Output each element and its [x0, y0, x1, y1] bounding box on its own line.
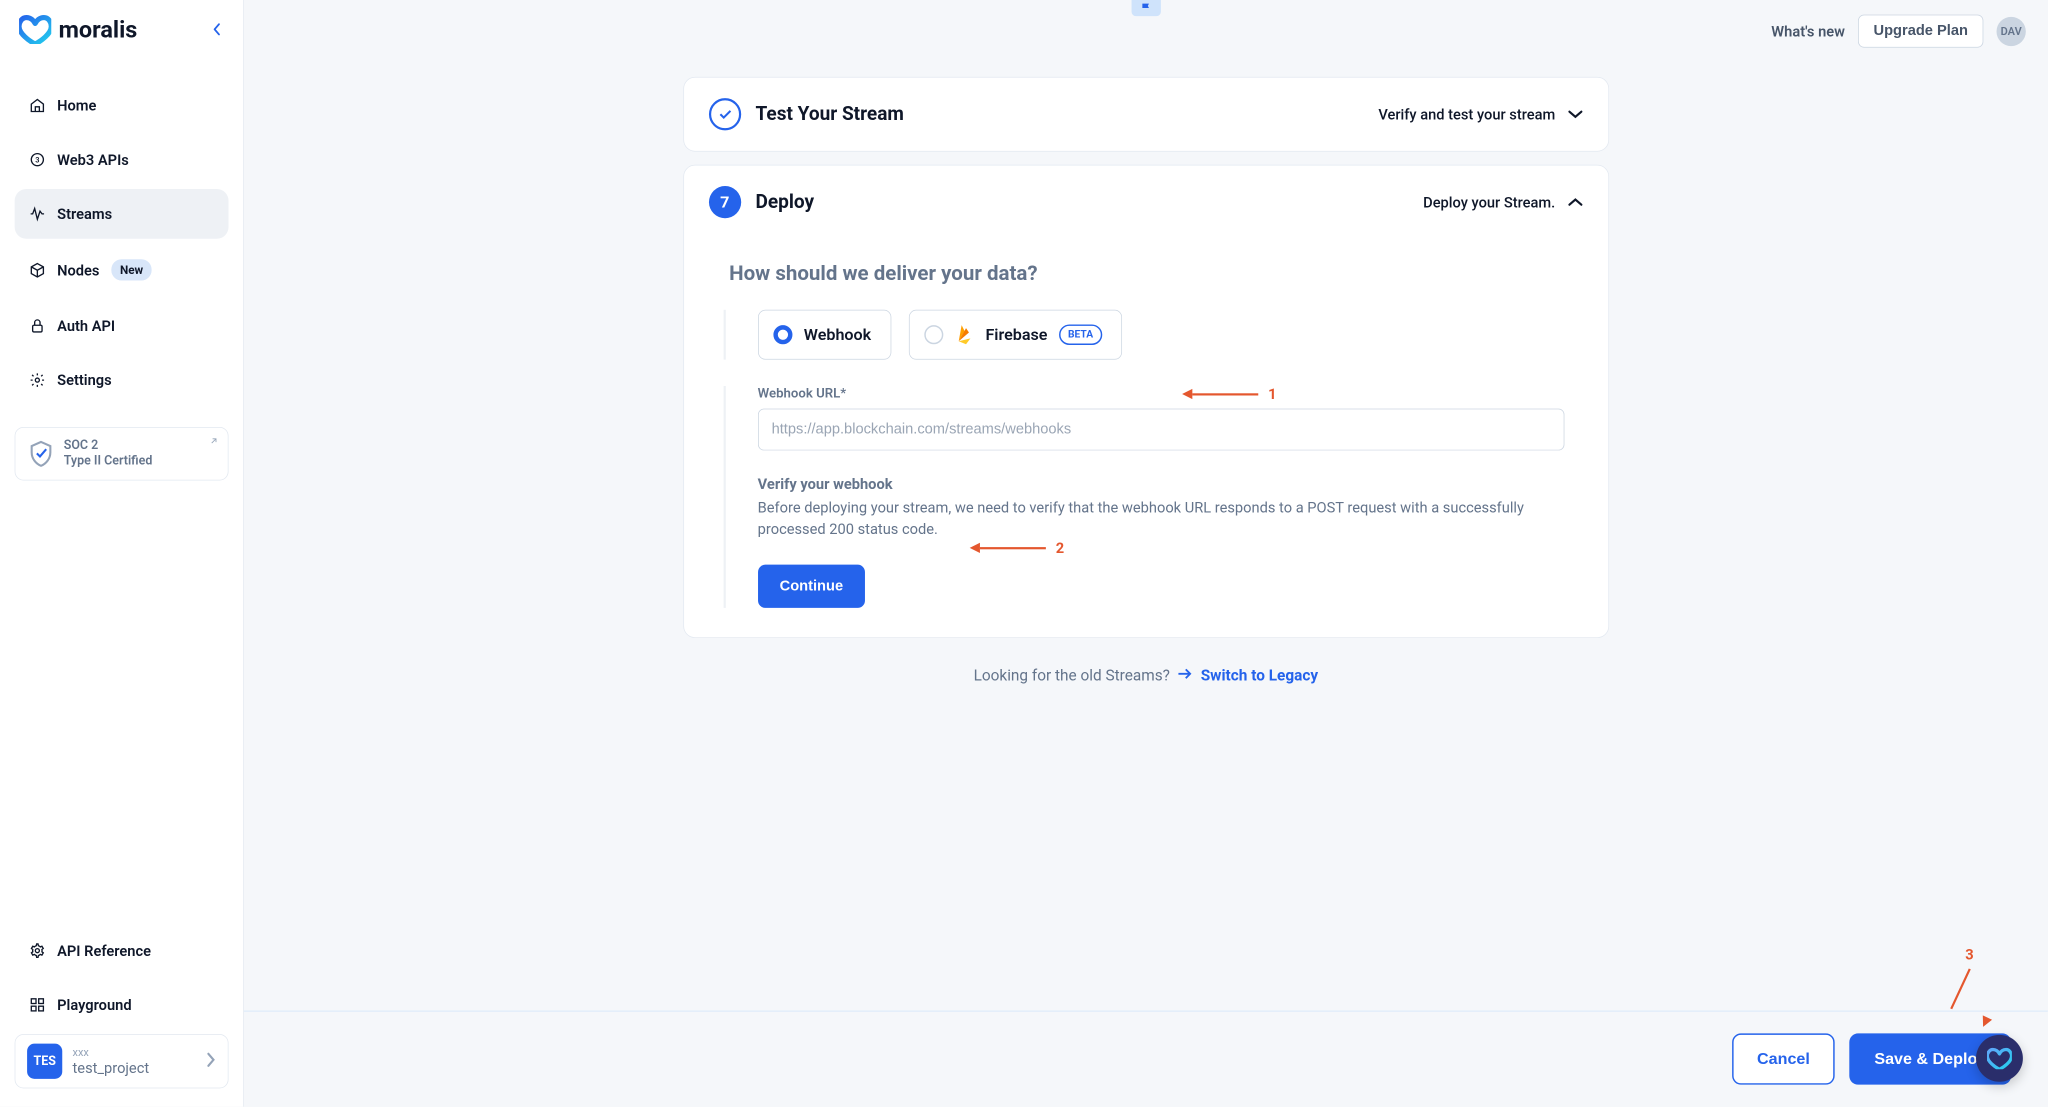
deploy-heading: How should we deliver your data? [729, 261, 1564, 285]
card-title: Test Your Stream [755, 103, 903, 125]
sidebar-item-auth-api[interactable]: Auth API [15, 301, 229, 351]
card-header-test[interactable]: Test Your Stream Verify and test your st… [684, 78, 1608, 151]
option-firebase[interactable]: Firebase BETA [909, 310, 1122, 360]
continue-button[interactable]: Continue [758, 565, 865, 608]
chevron-down-icon [1567, 105, 1583, 123]
sidebar-item-label: Nodes [57, 261, 99, 279]
soc2-line1: SOC 2 [64, 438, 153, 454]
blocks-icon [29, 997, 45, 1013]
sidebar-item-playground[interactable]: Playground [15, 980, 229, 1030]
webhook-url-input[interactable] [758, 409, 1564, 451]
sidebar-item-label: Streams [57, 205, 112, 223]
help-fab[interactable] [1976, 1035, 2023, 1082]
sidebar-item-api-reference[interactable]: API Reference [15, 926, 229, 976]
sidebar-item-label: Settings [57, 371, 112, 389]
card-title: Deploy [755, 191, 814, 213]
flag-icon [1139, 1, 1152, 14]
sidebar-item-label: Auth API [57, 317, 115, 335]
field-label-webhook-url: Webhook URL* [758, 386, 1564, 401]
project-badge: TES [27, 1044, 62, 1079]
activity-icon [29, 206, 45, 222]
legacy-text: Looking for the old Streams? [974, 667, 1170, 685]
option-webhook[interactable]: Webhook [758, 310, 891, 360]
content-area: Test Your Stream Verify and test your st… [244, 55, 2048, 1011]
verify-text: Before deploying your stream, we need to… [758, 497, 1534, 539]
firebase-icon [955, 324, 974, 346]
new-badge: New [111, 259, 152, 280]
radio-unselected-icon [924, 325, 943, 344]
option-label: Firebase [985, 326, 1047, 344]
verify-title: Verify your webhook [758, 475, 1564, 493]
switch-to-legacy-link[interactable]: Switch to Legacy [1201, 667, 1318, 685]
sidebar-item-streams[interactable]: Streams [15, 189, 229, 239]
moralis-logo-icon [19, 15, 51, 44]
radio-selected-icon [773, 325, 792, 344]
brand-name: moralis [59, 15, 138, 43]
soc2-certification-card[interactable]: SOC 2 Type II Certified [15, 427, 229, 480]
external-link-icon [209, 435, 219, 449]
chevron-right-icon [206, 1052, 216, 1071]
beta-badge: BETA [1059, 324, 1102, 345]
lock-icon [29, 318, 45, 334]
card-subtitle-text: Deploy your Stream. [1423, 193, 1555, 211]
card-deploy: 7 Deploy Deploy your Stream. How should … [683, 165, 1609, 638]
arrow-right-icon [1177, 667, 1193, 685]
cancel-button[interactable]: Cancel [1732, 1033, 1835, 1084]
upgrade-plan-button[interactable]: Upgrade Plan [1858, 15, 1983, 48]
card-body-deploy: How should we deliver your data? Webhook [684, 239, 1608, 637]
svg-text:3: 3 [35, 155, 39, 164]
sidebar-item-web3-apis[interactable]: 3 Web3 APIs [15, 135, 229, 185]
soc2-line2: Type II Certified [64, 454, 153, 470]
webhook-url-field-block: Webhook URL* Verify your webhook Before … [723, 386, 1564, 608]
chevron-left-icon [212, 23, 221, 36]
sidebar-item-nodes[interactable]: Nodes New [15, 243, 229, 296]
main-area: What's new Upgrade Plan DAV Test Your St… [244, 0, 2048, 1107]
option-label: Webhook [804, 326, 871, 344]
gear-alt-icon [29, 943, 45, 959]
sidebar-collapse-button[interactable] [205, 18, 228, 41]
cube-icon [29, 262, 45, 278]
shield-check-icon [29, 440, 54, 468]
user-avatar[interactable]: DAV [1997, 16, 2026, 45]
brand-logo[interactable]: moralis [19, 15, 137, 44]
sidebar-nav: Home 3 Web3 APIs Streams Nodes New [15, 81, 229, 405]
card-test-stream: Test Your Stream Verify and test your st… [683, 77, 1609, 152]
delivery-options: Webhook Firebase BETA [723, 310, 1564, 360]
sidebar-item-label: Home [57, 97, 96, 115]
feedback-flag-tab[interactable] [1131, 0, 1160, 16]
legacy-row: Looking for the old Streams? Switch to L… [974, 667, 1319, 685]
project-sub: xxx [73, 1046, 196, 1059]
whats-new-link[interactable]: What's new [1771, 22, 1845, 40]
moralis-heart-icon [1987, 1047, 2012, 1069]
gear-icon [29, 372, 45, 388]
project-selector[interactable]: TES xxx test_project [15, 1034, 229, 1088]
project-name: test_project [73, 1059, 196, 1077]
step-number-badge: 7 [709, 186, 741, 218]
sidebar: moralis Home 3 Web3 APIs [0, 0, 244, 1107]
topbar: What's new Upgrade Plan DAV [244, 0, 2048, 55]
annotation-arrow-3-head [1978, 1015, 1992, 1029]
chevron-up-icon [1567, 193, 1583, 211]
step-complete-check-icon [709, 98, 741, 130]
card-header-deploy[interactable]: 7 Deploy Deploy your Stream. [684, 166, 1608, 239]
home-icon [29, 97, 45, 113]
sidebar-item-settings[interactable]: Settings [15, 355, 229, 405]
cube-stack-icon: 3 [29, 152, 45, 168]
footer-action-bar: Cancel Save & Deploy 3 [244, 1011, 2048, 1107]
sidebar-item-label: API Reference [57, 942, 151, 960]
sidebar-item-home[interactable]: Home [15, 81, 229, 131]
sidebar-item-label: Web3 APIs [57, 151, 129, 169]
card-subtitle-text: Verify and test your stream [1378, 105, 1555, 123]
sidebar-item-label: Playground [57, 996, 131, 1014]
